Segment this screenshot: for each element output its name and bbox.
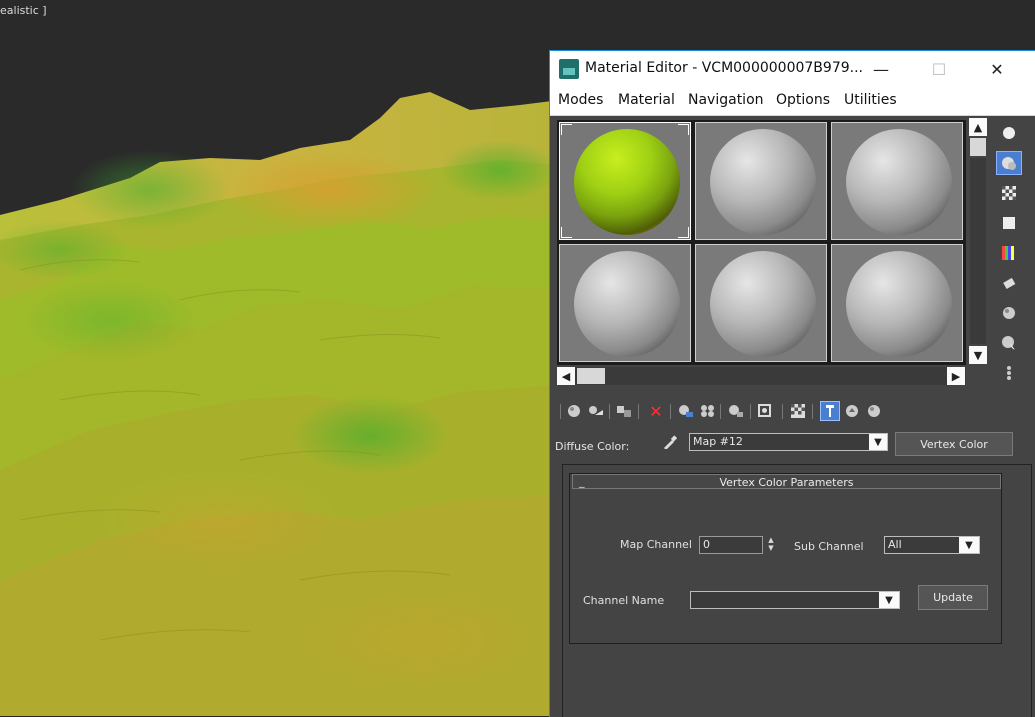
menu-navigation[interactable]: Navigation: [688, 92, 764, 108]
show-shaded-material-icon[interactable]: [788, 401, 808, 421]
sub-channel-dropdown[interactable]: All ▼: [884, 536, 980, 554]
app-icon: [559, 59, 579, 79]
material-map-navigator-icon[interactable]: [996, 361, 1022, 385]
scroll-right-button[interactable]: ▶: [947, 367, 965, 385]
sample-uv-tiling-icon[interactable]: [996, 211, 1022, 235]
material-sphere-preview: [574, 129, 680, 235]
slots-horizontal-scrollbar[interactable]: ◀ ▶: [557, 367, 966, 385]
put-material-to-scene-icon[interactable]: [586, 401, 606, 421]
scroll-left-button[interactable]: ◀: [557, 367, 575, 385]
slots-vertical-scrollbar[interactable]: ▲ ▼: [969, 118, 987, 366]
material-sphere-preview: [846, 129, 952, 235]
sample-slot-6[interactable]: [831, 244, 963, 362]
map-dropdown[interactable]: Map #12 ▼: [689, 433, 888, 451]
sample-slots: [557, 120, 966, 365]
reset-map-icon[interactable]: ✕: [646, 401, 666, 421]
sample-slot-3[interactable]: [831, 122, 963, 240]
menu-material[interactable]: Material: [618, 92, 675, 108]
rollout-header[interactable]: _ Vertex Color Parameters: [572, 474, 1001, 489]
go-forward-to-sibling-icon[interactable]: [864, 401, 884, 421]
update-button[interactable]: Update: [918, 585, 988, 610]
get-material-icon[interactable]: [564, 401, 584, 421]
material-options-icon[interactable]: [996, 301, 1022, 325]
menu-bar: Modes Material Navigation Options Utilit…: [550, 87, 1035, 116]
channel-name-dropdown[interactable]: ▼: [690, 591, 900, 609]
make-material-copy-icon[interactable]: [676, 401, 696, 421]
material-id-channel-icon[interactable]: [756, 401, 776, 421]
viewport-shading-label[interactable]: ealistic ]: [0, 4, 47, 17]
sample-slot-4[interactable]: [559, 244, 691, 362]
maximize-button[interactable]: ☐: [916, 51, 962, 87]
sample-slot-1[interactable]: [559, 122, 691, 240]
menu-utilities[interactable]: Utilities: [844, 92, 897, 108]
channel-name-label: Channel Name: [583, 594, 665, 607]
menu-options[interactable]: Options: [776, 92, 830, 108]
material-sphere-preview: [574, 251, 680, 357]
eyedropper-icon[interactable]: [663, 435, 678, 453]
select-by-material-icon[interactable]: [996, 331, 1022, 355]
chevron-down-icon[interactable]: ▼: [869, 434, 887, 450]
minimize-button[interactable]: —: [858, 51, 904, 87]
make-preview-icon[interactable]: [996, 271, 1022, 295]
scroll-thumb[interactable]: [970, 138, 986, 156]
chevron-down-icon[interactable]: ▼: [959, 537, 979, 553]
menu-modes[interactable]: Modes: [558, 92, 603, 108]
map-channel-label: Map Channel: [620, 538, 692, 551]
background-checker-icon[interactable]: [996, 181, 1022, 205]
material-sphere-preview: [846, 251, 952, 357]
title-bar[interactable]: Material Editor - VCM000000007B979... — …: [550, 51, 1035, 87]
scroll-down-button[interactable]: ▼: [969, 346, 987, 364]
vertex-color-parameters-rollout: _ Vertex Color Parameters Map Channel 0 …: [569, 473, 1002, 644]
show-end-result-icon[interactable]: [820, 401, 840, 421]
sample-slot-5[interactable]: [695, 244, 827, 362]
map-channel-spinner[interactable]: 0: [699, 536, 763, 554]
chevron-down-icon[interactable]: ▼: [879, 592, 899, 608]
material-toolbar: ✕: [560, 401, 920, 423]
window-title: Material Editor - VCM000000007B979...: [585, 60, 863, 76]
sample-slot-2[interactable]: [695, 122, 827, 240]
close-button[interactable]: ✕: [974, 51, 1020, 87]
spinner-arrows-icon[interactable]: ▲ ▼: [766, 536, 776, 554]
sample-type-icon[interactable]: [996, 121, 1022, 145]
backlight-icon[interactable]: [996, 151, 1022, 175]
material-sphere-preview: [710, 129, 816, 235]
scroll-thumb[interactable]: [577, 368, 605, 384]
rollout-title: Vertex Color Parameters: [719, 476, 854, 489]
material-editor-window: Material Editor - VCM000000007B979... — …: [549, 50, 1035, 717]
sub-channel-label: Sub Channel: [794, 540, 864, 553]
material-sphere-preview: [710, 251, 816, 357]
video-color-check-icon[interactable]: [996, 241, 1022, 265]
assign-material-to-selection-icon[interactable]: [614, 401, 634, 421]
scroll-up-button[interactable]: ▲: [969, 118, 987, 136]
map-type-button[interactable]: Vertex Color: [895, 432, 1013, 456]
make-unique-icon[interactable]: [698, 401, 718, 421]
diffuse-color-label: Diffuse Color:: [555, 440, 630, 453]
parameters-panel: _ Vertex Color Parameters Map Channel 0 …: [562, 464, 1032, 717]
put-to-library-icon[interactable]: [726, 401, 746, 421]
go-to-parent-icon[interactable]: [842, 401, 862, 421]
